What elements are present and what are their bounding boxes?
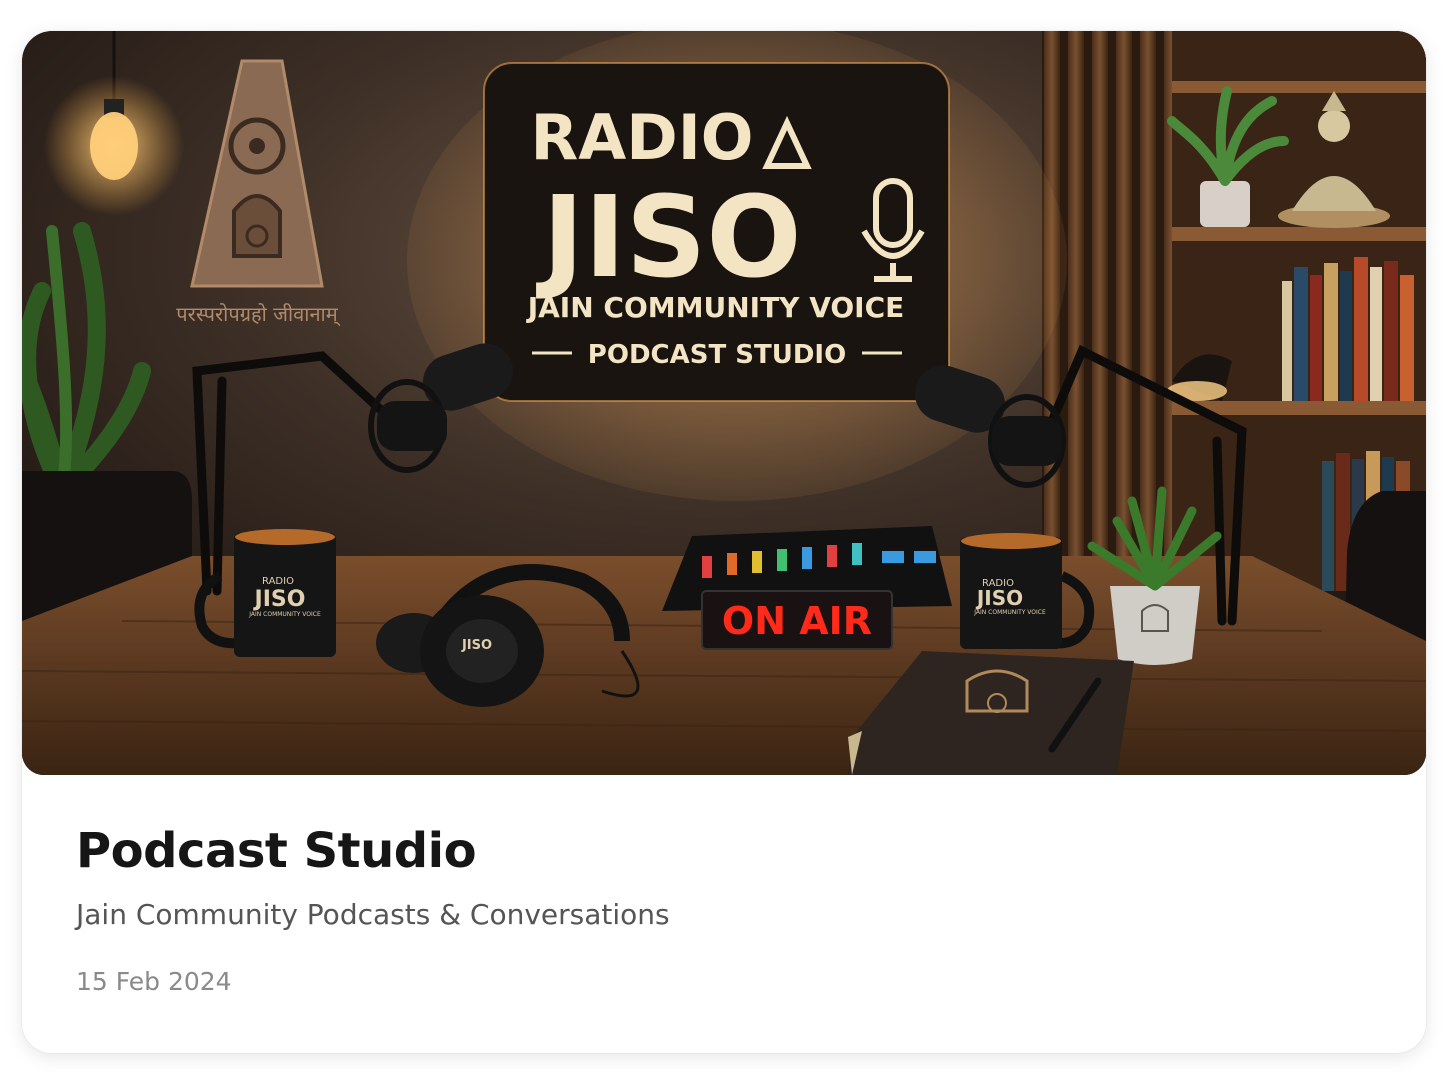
sign-line-radio: RADIO: [531, 101, 754, 174]
radio-jiso-sign: RADIO JISO JAIN COMMUNITY VOICE PODCAST …: [483, 62, 950, 402]
podcast-card[interactable]: परस्परोपग्रहो जीवानाम् RADIO JISO JAIN C…: [22, 31, 1426, 1053]
card-body: Podcast Studio Jain Community Podcasts &…: [76, 821, 1372, 999]
card-subtitle: Jain Community Podcasts & Conversations: [76, 898, 670, 931]
sign-line-community: JAIN COMMUNITY VOICE: [526, 291, 905, 324]
on-air-label: ON AIR: [722, 599, 872, 643]
mug-left-top: RADIO: [262, 576, 294, 587]
mug-left-main: JISO: [253, 587, 306, 612]
card-date: 15 Feb 2024: [76, 967, 232, 996]
headphone-label: JISO: [461, 638, 492, 653]
wall-caption: परस्परोपग्रहो जीवानाम्: [176, 302, 340, 327]
on-air-sign: ON AIR: [701, 590, 893, 650]
studio-scene: परस्परोपग्रहो जीवानाम् RADIO JISO JAIN C…: [22, 31, 1426, 775]
mug-right-main: JISO: [975, 586, 1023, 610]
mug-left-bottom: JAIN COMMUNITY VOICE: [248, 611, 321, 618]
sign-line-jiso: JISO: [535, 173, 801, 303]
sign-line-studio: PODCAST STUDIO: [588, 340, 846, 370]
mug-right-bottom: JAIN COMMUNITY VOICE: [973, 609, 1046, 616]
card-title[interactable]: Podcast Studio: [76, 821, 1372, 881]
card-hero-image: परस्परोपग्रहो जीवानाम् RADIO JISO JAIN C…: [22, 31, 1426, 775]
